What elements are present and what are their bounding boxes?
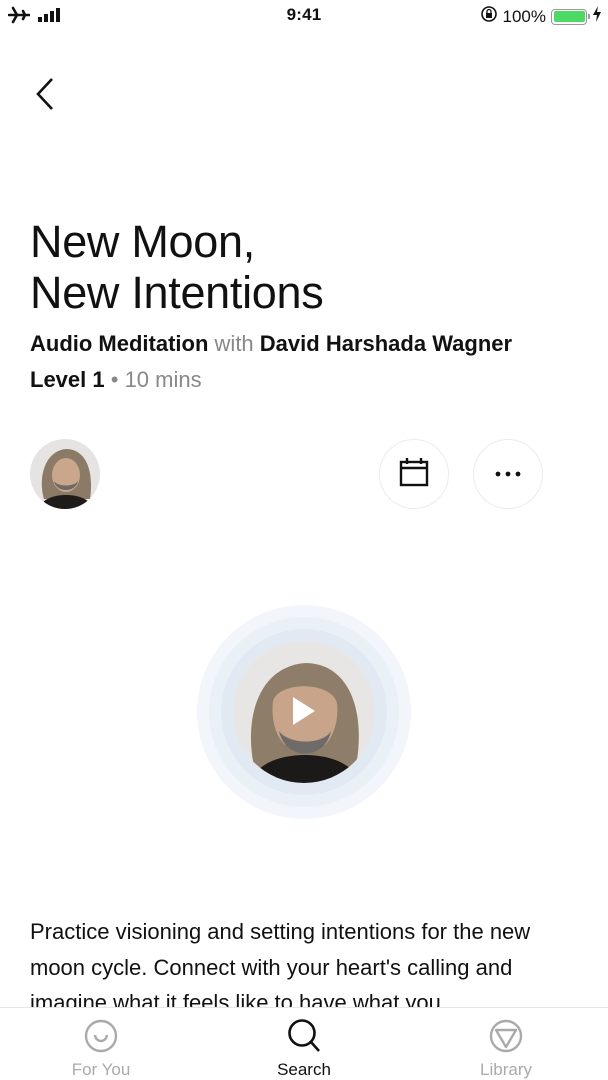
status-bar: 9:41 100% xyxy=(0,0,608,32)
session-subtitle: Audio Meditation with David Harshada Wag… xyxy=(30,330,512,358)
chevron-left-icon xyxy=(32,76,56,117)
play-session-button[interactable] xyxy=(197,605,411,819)
title-line-1: New Moon, xyxy=(30,216,255,267)
session-duration: 10 mins xyxy=(124,367,202,392)
session-description: Practice visioning and setting intention… xyxy=(30,919,531,1015)
session-meta: Level 1 • 10 mins xyxy=(30,366,202,394)
meta-separator: • xyxy=(110,367,119,392)
more-horizontal-icon xyxy=(495,465,521,483)
charging-bolt-icon xyxy=(592,6,602,27)
tab-bar: For You Search Library xyxy=(0,1007,608,1080)
tab-library[interactable]: Library xyxy=(436,1008,576,1080)
teacher-name-link[interactable]: David Harshada Wagner xyxy=(260,331,512,356)
tab-search[interactable]: Search xyxy=(234,1008,374,1080)
tab-for-you[interactable]: For You xyxy=(31,1008,171,1080)
play-icon xyxy=(276,677,332,745)
battery-icon xyxy=(551,8,590,25)
page-title: New Moon, New Intentions xyxy=(30,216,324,318)
smile-icon xyxy=(83,1018,119,1054)
orientation-lock-icon xyxy=(480,5,498,28)
search-icon xyxy=(286,1018,322,1054)
battery-tip xyxy=(588,13,590,19)
title-line-2: New Intentions xyxy=(30,267,324,318)
session-type: Audio Meditation xyxy=(30,331,209,356)
battery-percent: 100% xyxy=(502,6,546,26)
more-options-button[interactable] xyxy=(473,439,543,509)
triangle-circle-icon xyxy=(488,1018,524,1054)
battery-fill xyxy=(553,11,585,22)
back-button[interactable] xyxy=(32,74,72,118)
calendar-icon xyxy=(399,457,429,492)
teacher-avatar[interactable] xyxy=(30,439,100,509)
tab-label: For You xyxy=(71,1060,131,1079)
tab-label: Search xyxy=(277,1060,331,1079)
tab-label: Library xyxy=(480,1060,532,1079)
with-label: with xyxy=(214,331,254,356)
session-level: Level 1 xyxy=(30,367,105,392)
status-right: 100% xyxy=(480,5,602,28)
teacher-avatar-image xyxy=(30,439,100,509)
schedule-button[interactable] xyxy=(379,439,449,509)
